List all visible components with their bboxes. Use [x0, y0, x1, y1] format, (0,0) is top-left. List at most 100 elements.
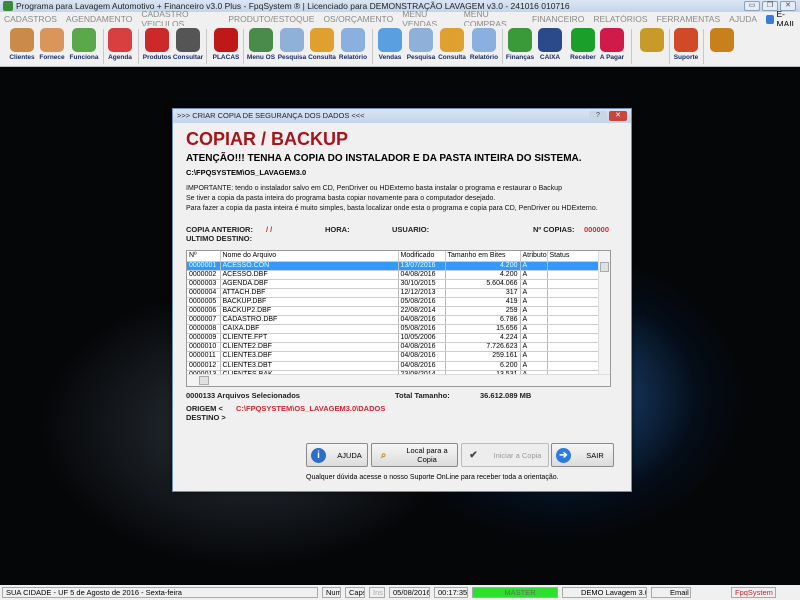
table-row[interactable]: 0000004 ATTACH.DBF 12/12/2013 317 A: [187, 288, 600, 298]
status-email[interactable]: Email: [651, 587, 691, 598]
menu-item[interactable]: OS/ORÇAMENTO: [323, 14, 393, 24]
table-cell: A: [520, 270, 548, 280]
toolbar-button[interactable]: Finanças: [504, 28, 536, 65]
toolbar-button[interactable]: Relatório: [468, 28, 500, 65]
toolbar-button[interactable]: PLACAS: [210, 28, 242, 65]
toolbar-button[interactable]: [636, 28, 668, 65]
scroll-thumb[interactable]: [600, 262, 609, 272]
toolbar-label: CAIXA: [539, 54, 561, 61]
scroll-thumb[interactable]: [199, 376, 209, 385]
menu-item[interactable]: FERRAMENTAS: [657, 14, 721, 24]
table-cell: CLIENTE3.DBF: [220, 351, 399, 362]
menu-item[interactable]: FINANCEIRO: [532, 14, 584, 24]
table-row[interactable]: 0000001 ACESSO.CON 13/07/2016 4.200 A: [187, 261, 600, 271]
column-header[interactable]: Nome do Arquivo: [220, 251, 399, 262]
horizontal-scrollbar[interactable]: [187, 374, 610, 386]
table-cell: A: [520, 315, 548, 326]
status-ins: Ins: [369, 587, 385, 598]
table-row[interactable]: 0000008 CAIXA.DBF 05/08/2016 15.656 A: [187, 324, 600, 335]
menu-bar: CADASTROS AGENDAMENTO CADASTRO VEICULOS PRO…: [0, 9, 800, 29]
files-grid[interactable]: Nº Nome do Arquivo Modificado Tamanho em Bi…: [186, 250, 611, 387]
table-cell: 04/08/2016: [398, 351, 446, 362]
table-cell: 317: [445, 288, 521, 298]
toolbar-button[interactable]: Consulta: [436, 28, 468, 65]
table-row[interactable]: 0000002 ACESSO.DBF 04/08/2016 4.200 A: [187, 270, 600, 280]
status-date: 05/08/2016: [389, 587, 430, 598]
table-cell: [547, 306, 600, 317]
toolbar-button[interactable]: Vendas: [374, 28, 406, 65]
toolbar-button[interactable]: Consulta: [306, 28, 338, 65]
help-icon[interactable]: ?: [589, 111, 607, 121]
toolbar-button[interactable]: CAIXA: [534, 28, 566, 65]
toolbar-separator: [103, 29, 104, 64]
toolbar-button[interactable]: Pesquisa: [276, 28, 308, 65]
table-row[interactable]: 0000009 CLIENTE.FPT 10/05/2006 4.224 A: [187, 333, 600, 344]
arrow-right-icon: ➔: [556, 447, 571, 463]
table-cell: [547, 297, 600, 307]
minimize-button[interactable]: ▭: [744, 1, 760, 11]
menu-item[interactable]: AJUDA: [729, 14, 757, 24]
menu-item[interactable]: PRODUTO/ESTOQUE: [228, 14, 314, 24]
toolbar-button[interactable]: Consultar: [172, 28, 204, 65]
table-cell: 0000003: [187, 279, 221, 289]
toolbar-button[interactable]: Pesquisa: [405, 28, 437, 65]
dialog-close-button[interactable]: ✕: [609, 111, 627, 121]
toolbar-button[interactable]: Suporte: [670, 28, 702, 65]
table-cell: CLIENTE3.DBT: [220, 361, 399, 371]
iniciar-copia-button[interactable]: ✔ Iniciar a Copia: [461, 443, 549, 467]
column-header[interactable]: Tamanho em Bites: [445, 251, 521, 262]
folder-box-icon: [440, 28, 464, 52]
toolbar-button[interactable]: Receber: [567, 28, 599, 65]
coins-icon: [640, 28, 664, 52]
support-icon: [674, 28, 698, 52]
table-cell: A: [520, 297, 548, 307]
email-icon: [766, 14, 774, 24]
table-row[interactable]: 0000007 CADASTRO.DBF 04/08/2016 6.786 A: [187, 315, 600, 326]
origem-label: ORIGEM <: [186, 404, 223, 413]
toolbar-button[interactable]: Produtos: [141, 28, 173, 65]
column-header[interactable]: Modificado: [398, 251, 446, 262]
table-row[interactable]: 0000003 AGENDA.DBF 30/10/2015 5.604.066 A: [187, 279, 600, 289]
table-row[interactable]: 0000012 CLIENTE3.DBT 04/08/2016 6.200 A: [187, 361, 600, 371]
table-cell: 04/08/2016: [398, 315, 446, 326]
local-copia-button[interactable]: ⌕ Local para a Copia: [371, 443, 458, 467]
table-cell: 04/08/2016: [398, 342, 446, 353]
cash-book-icon: [538, 28, 562, 52]
table-cell: 12/12/2013: [398, 288, 446, 298]
toolbar-button[interactable]: Funciona: [68, 28, 100, 65]
table-cell: A: [520, 306, 548, 317]
toolbar-separator: [206, 29, 207, 64]
table-cell: CLIENTE.FPT: [220, 333, 399, 344]
menu-item[interactable]: RELATÓRIOS: [593, 14, 647, 24]
table-cell: 259.161: [445, 351, 521, 362]
table-cell: 05/08/2016: [398, 297, 446, 307]
table-row[interactable]: 0000011 CLIENTE3.DBF 04/08/2016 259.161 A: [187, 351, 600, 362]
table-cell: 30/10/2015: [398, 279, 446, 289]
menu-item[interactable]: CADASTROS: [4, 14, 57, 24]
table-cell: 0000010: [187, 342, 221, 353]
table-row[interactable]: 0000010 CLIENTE2.DBF 04/08/2016 7.726.623 A: [187, 342, 600, 353]
table-row[interactable]: 0000005 BACKUP.DBF 05/08/2016 419 A: [187, 297, 600, 307]
table-cell: A: [520, 288, 548, 298]
ajuda-button[interactable]: i AJUDA: [306, 443, 368, 467]
toolbar-button[interactable]: [706, 28, 738, 65]
vertical-scrollbar[interactable]: [598, 251, 610, 375]
toolbar-button[interactable]: Agenda: [104, 28, 136, 65]
table-cell: 0000007: [187, 315, 221, 326]
column-header[interactable]: Nº: [187, 251, 221, 262]
menu-item[interactable]: AGENDAMENTO: [66, 14, 132, 24]
toolbar-button[interactable]: Fornece: [36, 28, 68, 65]
toolbar-button[interactable]: Menu OS: [245, 28, 277, 65]
clipboard-icon: [249, 28, 273, 52]
column-header[interactable]: Atributo: [520, 251, 548, 262]
toolbar-button[interactable]: Relatório: [337, 28, 369, 65]
info-icon: i: [311, 447, 326, 463]
column-header[interactable]: Status: [547, 251, 600, 262]
table-cell: 0000005: [187, 297, 221, 307]
sair-button[interactable]: ➔ SAIR: [551, 443, 614, 467]
status-bar: SUA CIDADE - UF 5 de Agosto de 2016 - Se…: [0, 585, 800, 600]
toolbar-button[interactable]: A Pagar: [596, 28, 628, 65]
table-row[interactable]: 0000006 BACKUP2.DBF 22/08/2014 259 A: [187, 306, 600, 317]
toolbar-button[interactable]: Clientes: [6, 28, 38, 65]
table-cell: 04/08/2016: [398, 361, 446, 371]
